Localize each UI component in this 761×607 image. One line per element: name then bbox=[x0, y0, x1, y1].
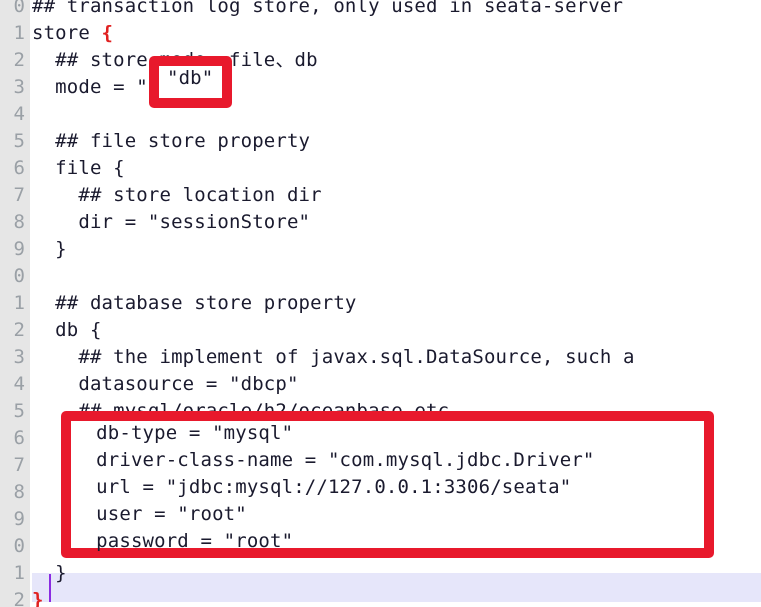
line-number: 1 bbox=[13, 292, 25, 314]
line-number: 4 bbox=[13, 103, 25, 125]
code-line-text: driver-class-name = "com.mysql.jdbc.Driv… bbox=[32, 454, 577, 476]
code-line-text: password = "root" bbox=[32, 535, 276, 557]
code-line-text: user = "root" bbox=[32, 508, 230, 530]
code-content[interactable]: ## transaction log store, only used in s… bbox=[32, 0, 761, 607]
code-line[interactable]: user = "root" bbox=[32, 506, 761, 533]
code-line-text: mode = "db" bbox=[32, 76, 183, 98]
code-line-text: db-type = "mysql" bbox=[32, 427, 276, 449]
matching-brace: } bbox=[32, 589, 44, 607]
line-number: 0 bbox=[13, 0, 25, 17]
code-line[interactable]: ## transaction log store, only used in s… bbox=[32, 0, 761, 20]
line-number: 8 bbox=[13, 211, 25, 233]
line-number: 5 bbox=[13, 130, 25, 152]
code-line-text: ## file store property bbox=[32, 130, 311, 152]
line-number: 2 bbox=[13, 49, 25, 71]
code-line[interactable]: ## file store property bbox=[32, 128, 761, 155]
line-number: 8 bbox=[13, 481, 25, 503]
code-line[interactable]: ## mysql/oracle/h2/oceanbase etc. bbox=[32, 398, 761, 425]
code-line[interactable]: } bbox=[32, 560, 761, 587]
line-number: 5 bbox=[13, 400, 25, 422]
line-number: 6 bbox=[13, 427, 25, 449]
code-line-text: datasource = "dbcp" bbox=[32, 373, 299, 395]
code-line[interactable]: } bbox=[32, 587, 761, 607]
code-line[interactable] bbox=[32, 101, 761, 128]
code-line-text: db { bbox=[32, 319, 102, 341]
code-line-text: ## store location dir bbox=[32, 184, 322, 206]
code-line[interactable]: store { bbox=[32, 20, 761, 47]
text-caret bbox=[49, 574, 51, 602]
line-number: 4 bbox=[13, 373, 25, 395]
code-line[interactable]: db-type = "mysql" bbox=[32, 425, 761, 452]
code-line[interactable]: ## store location dir bbox=[32, 182, 761, 209]
matching-brace: { bbox=[101, 22, 114, 44]
line-number: 7 bbox=[13, 184, 25, 206]
line-number-list: 0 1 2 3 4 5 6 7 8 9 0 1 2 3 4 5 6 7 8 9 0 1 2 bbox=[0, 0, 30, 607]
code-line[interactable]: db { bbox=[32, 317, 761, 344]
code-line[interactable]: datasource = "dbcp" bbox=[32, 371, 761, 398]
code-line-text: ## mysql/oracle/h2/oceanbase etc. bbox=[32, 400, 461, 422]
code-line[interactable]: driver-class-name = "com.mysql.jdbc.Driv… bbox=[32, 452, 761, 479]
code-line[interactable]: ## the implement of javax.sql.DataSource… bbox=[32, 344, 761, 371]
line-number: 7 bbox=[13, 454, 25, 476]
line-number: 0 bbox=[13, 265, 25, 287]
line-number: 1 bbox=[13, 562, 25, 584]
line-number: 2 bbox=[13, 589, 25, 607]
line-number: 1 bbox=[13, 22, 25, 44]
code-line[interactable]: } bbox=[32, 236, 761, 263]
code-line-text: dir = "sessionStore" bbox=[32, 211, 311, 233]
code-line[interactable]: file { bbox=[32, 155, 761, 182]
line-number: 0 bbox=[13, 535, 25, 557]
line-number: 3 bbox=[13, 346, 25, 368]
code-line[interactable]: ## database store property bbox=[32, 290, 761, 317]
line-number: 3 bbox=[13, 76, 25, 98]
code-line-text: store bbox=[32, 22, 102, 44]
code-line[interactable]: ## store mode: file、db bbox=[32, 47, 761, 74]
line-number: 6 bbox=[13, 157, 25, 179]
code-line[interactable]: mode = "db" bbox=[32, 74, 761, 101]
line-number: 2 bbox=[13, 319, 25, 341]
code-editor[interactable]: 0 1 2 3 4 5 6 7 8 9 0 1 2 3 4 5 6 7 8 9 0 1 2 ## transaction l… bbox=[0, 0, 761, 607]
line-number: 9 bbox=[13, 508, 25, 530]
code-line-text: ## store mode: file、db bbox=[32, 49, 318, 71]
code-line[interactable]: url = "jdbc:mysql://127.0.0.1:3306/seata… bbox=[32, 479, 761, 506]
code-line-text: } bbox=[32, 238, 67, 260]
code-line[interactable] bbox=[32, 263, 761, 290]
line-number: 9 bbox=[13, 238, 25, 260]
code-line-text: ## database store property bbox=[32, 292, 357, 314]
code-line-text: ## transaction log store, only used in s… bbox=[32, 0, 624, 17]
code-line-text: ## the implement of javax.sql.DataSource… bbox=[32, 346, 635, 368]
code-line[interactable]: password = "root" bbox=[32, 533, 761, 560]
code-line[interactable]: dir = "sessionStore" bbox=[32, 209, 761, 236]
code-line-text: file { bbox=[32, 157, 125, 179]
code-line-text: url = "jdbc:mysql://127.0.0.1:3306/seata… bbox=[32, 481, 554, 503]
